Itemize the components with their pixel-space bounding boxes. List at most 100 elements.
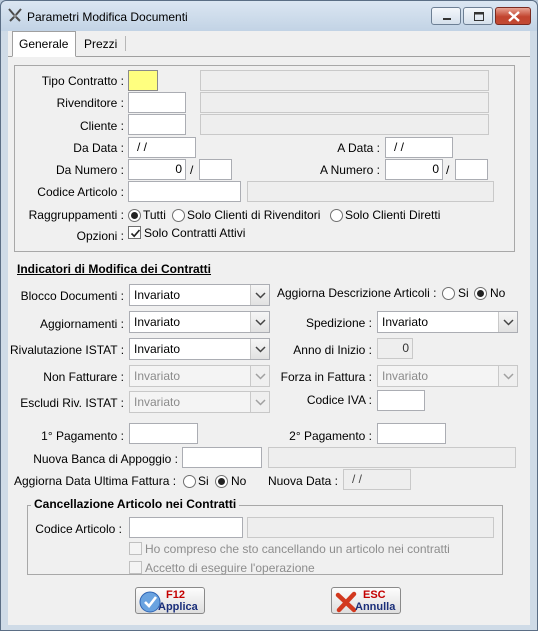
aggiorna-data-no-radio[interactable]: [215, 475, 228, 488]
rivenditore-input[interactable]: [128, 92, 186, 113]
spedizione-select[interactable]: Invariato: [377, 311, 518, 333]
blocco-documenti-value: Invariato: [134, 288, 181, 302]
nuova-banca-description: [268, 447, 516, 468]
aggiorna-descrizione-si-radio[interactable]: [442, 287, 455, 300]
tab-prezzi[interactable]: Prezzi: [78, 33, 124, 56]
maximize-button[interactable]: [463, 7, 493, 25]
aggiorna-data-label: Aggiorna Data Ultima Fattura :: [14, 474, 177, 488]
raggruppamenti-label: Raggruppamenti :: [28, 208, 124, 222]
chevron-down-icon: [503, 319, 514, 326]
accept-operation-label[interactable]: Accetto di eseguire l'operazione: [145, 561, 315, 575]
chevron-down-icon: [255, 373, 266, 380]
a-numero-label: A Numero :: [319, 163, 380, 177]
tipo-contratto-description: [200, 70, 489, 91]
raggruppamenti-tutti-label[interactable]: Tutti: [143, 208, 166, 222]
anno-inizio-label: Anno di Inizio :: [293, 343, 372, 357]
cancellazione-title: Cancellazione Articolo nei Contratti: [31, 497, 240, 511]
anno-inizio-input[interactable]: 0: [377, 338, 413, 359]
codice-articolo-label: Codice Articolo :: [37, 185, 124, 199]
rivenditore-label: Rivenditore :: [56, 96, 124, 110]
raggruppamenti-rivenditori-radio[interactable]: [172, 209, 185, 222]
codice-articolo-input[interactable]: [128, 181, 241, 202]
codice-iva-label: Codice IVA :: [306, 393, 372, 407]
cancellazione-codice-input[interactable]: [129, 517, 243, 538]
da-numero-label: Da Numero :: [55, 163, 124, 177]
escludi-istat-value: Invariato: [134, 395, 181, 409]
aggiornamenti-value: Invariato: [134, 315, 181, 329]
cliente-input[interactable]: [128, 114, 186, 135]
applica-button[interactable]: F12 Applica: [135, 587, 205, 614]
chevron-down-icon: [255, 292, 266, 299]
tipo-contratto-label: Tipo Contratto :: [41, 74, 124, 88]
maximize-icon: [474, 12, 484, 21]
nuova-data-input[interactable]: / /: [343, 469, 411, 490]
non-fatturare-label: Non Fatturare :: [43, 370, 124, 384]
raggruppamenti-tutti-radio[interactable]: [128, 209, 141, 222]
raggruppamenti-diretti-label[interactable]: Solo Clienti Diretti: [345, 208, 440, 222]
a-data-input[interactable]: / /: [385, 137, 453, 158]
annulla-label: Annulla: [355, 601, 396, 613]
nuova-banca-input[interactable]: [182, 447, 262, 468]
a-data-label: A Data :: [337, 141, 380, 155]
da-numero-input[interactable]: 0: [128, 159, 186, 180]
da-numero-suffix-input[interactable]: [199, 159, 232, 180]
annulla-shortcut: ESC: [363, 589, 386, 601]
da-data-label: Da Data :: [73, 141, 124, 155]
applica-shortcut: F12: [166, 589, 185, 601]
tab-generale[interactable]: Generale: [12, 31, 76, 57]
accept-operation-checkbox[interactable]: [129, 561, 142, 574]
solo-contratti-attivi-checkbox[interactable]: [128, 226, 141, 239]
primo-pagamento-input[interactable]: [129, 423, 198, 444]
tab-strip: Generale Prezzi: [8, 31, 530, 57]
escludi-istat-select[interactable]: Invariato: [129, 391, 270, 413]
raggruppamenti-diretti-radio[interactable]: [330, 209, 343, 222]
codice-articolo-description: [247, 181, 494, 202]
annulla-button[interactable]: ESC Annulla: [331, 587, 401, 614]
rivalutazione-istat-select[interactable]: Invariato: [129, 338, 270, 360]
aggiorna-descrizione-no-label[interactable]: No: [490, 286, 505, 300]
codice-iva-input[interactable]: [377, 390, 425, 411]
aggiorna-data-si-label[interactable]: Si: [198, 474, 209, 488]
raggruppamenti-rivenditori-label[interactable]: Solo Clienti di Rivenditori: [187, 208, 320, 222]
aggiorna-data-no-label[interactable]: No: [231, 474, 246, 488]
minimize-button[interactable]: [431, 7, 461, 25]
forza-fattura-label: Forza in Fattura :: [280, 370, 372, 384]
chevron-down-icon: [255, 319, 266, 326]
title-bar[interactable]: Parametri Modifica Documenti: [1, 1, 537, 31]
cancellazione-codice-description: [247, 517, 494, 538]
forza-fattura-select[interactable]: Invariato: [377, 365, 518, 387]
confirm-cancel-label[interactable]: Ho compreso che sto cancellando un artic…: [145, 542, 450, 556]
close-button[interactable]: [495, 7, 531, 25]
chevron-down-icon: [255, 399, 266, 406]
chevron-down-icon: [503, 373, 514, 380]
solo-contratti-attivi-label[interactable]: Solo Contratti Attivi: [144, 226, 245, 240]
cancellazione-codice-label: Codice Articolo :: [35, 522, 122, 536]
cliente-label: Cliente :: [79, 119, 124, 133]
aggiorna-descrizione-label: Aggiorna Descrizione Articoli :: [277, 286, 437, 300]
spedizione-label: Spedizione :: [305, 316, 372, 330]
a-numero-suffix-input[interactable]: [455, 159, 488, 180]
dialog-window: Parametri Modifica Documenti Generale Pr…: [0, 0, 538, 631]
aggiorna-descrizione-no-radio[interactable]: [474, 287, 487, 300]
secondo-pagamento-input[interactable]: [377, 423, 446, 444]
blocco-documenti-label: Blocco Documenti :: [20, 289, 124, 303]
non-fatturare-select[interactable]: Invariato: [129, 365, 270, 387]
aggiorna-descrizione-si-label[interactable]: Si: [458, 286, 469, 300]
a-numero-input[interactable]: 0: [385, 159, 443, 180]
app-icon: [8, 8, 22, 22]
cliente-description: [200, 114, 489, 135]
da-numero-slash: /: [190, 163, 194, 177]
a-numero-slash: /: [446, 163, 450, 177]
forza-fattura-value: Invariato: [382, 369, 429, 383]
close-icon: [508, 11, 520, 22]
aggiorna-data-si-radio[interactable]: [183, 475, 196, 488]
spedizione-value: Invariato: [382, 315, 429, 329]
aggiornamenti-select[interactable]: Invariato: [129, 311, 270, 333]
blocco-documenti-select[interactable]: Invariato: [129, 284, 270, 306]
non-fatturare-value: Invariato: [134, 369, 181, 383]
escludi-istat-label: Escludi Riv. ISTAT :: [20, 396, 124, 410]
da-data-input[interactable]: / /: [128, 137, 196, 158]
rivalutazione-istat-label: Rivalutazione ISTAT :: [10, 343, 125, 357]
confirm-cancel-checkbox[interactable]: [129, 542, 142, 555]
tipo-contratto-input[interactable]: [128, 70, 158, 91]
